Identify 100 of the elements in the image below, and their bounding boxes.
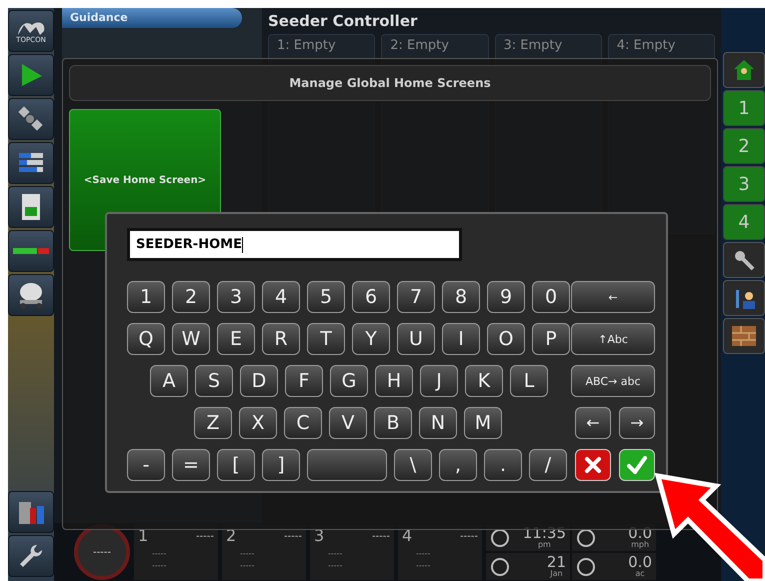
- key[interactable]: V: [329, 407, 367, 439]
- key[interactable]: R: [262, 323, 300, 355]
- satellite-icon: [17, 105, 45, 133]
- key[interactable]: 5: [307, 281, 345, 313]
- key[interactable]: E: [217, 323, 255, 355]
- key[interactable]: L: [510, 365, 548, 397]
- key[interactable]: M: [464, 407, 502, 439]
- key[interactable]: .: [484, 449, 522, 481]
- sidebar-button[interactable]: [8, 230, 54, 272]
- key[interactable]: K: [465, 365, 503, 397]
- key[interactable]: 9: [487, 281, 525, 313]
- guidance-title: Guidance: [70, 10, 128, 26]
- key[interactable]: B: [374, 407, 412, 439]
- key[interactable]: -: [127, 449, 165, 481]
- gauge-value: -----: [92, 546, 112, 560]
- key[interactable]: →: [619, 407, 655, 439]
- section-number: 4: [402, 525, 412, 547]
- key[interactable]: =: [172, 449, 210, 481]
- key[interactable]: 3: [217, 281, 255, 313]
- section-row-text: -----: [239, 560, 256, 572]
- bars-icon: [17, 151, 45, 175]
- bricks-icon: [731, 325, 757, 347]
- tank-label: 1: Empty: [276, 37, 337, 55]
- key[interactable]: D: [240, 365, 278, 397]
- key[interactable]: 6: [352, 281, 390, 313]
- sidebar-button[interactable]: [8, 142, 54, 184]
- tank-label: 3: Empty: [502, 37, 564, 55]
- section-row-text: -----: [239, 548, 256, 560]
- guidance-bar[interactable]: Guidance: [62, 8, 242, 28]
- time-unit: pm: [538, 541, 551, 549]
- sidebar-button[interactable]: [8, 54, 54, 96]
- confirm-button[interactable]: [619, 449, 655, 481]
- key[interactable]: Z: [194, 407, 232, 439]
- key[interactable]: 8: [442, 281, 480, 313]
- key[interactable]: ←: [575, 407, 611, 439]
- section-value: -----: [284, 530, 302, 544]
- key[interactable]: 2: [172, 281, 210, 313]
- section-row-text: -----: [415, 548, 432, 560]
- sidebar-button[interactable]: [723, 280, 765, 316]
- date-value: 21: [546, 555, 566, 570]
- key[interactable]: 4: [262, 281, 300, 313]
- section-row-text: -----: [327, 560, 344, 572]
- key[interactable]: \: [394, 449, 432, 481]
- key[interactable]: ,: [439, 449, 477, 481]
- section-row-text: -----: [151, 548, 168, 560]
- key[interactable]: C: [284, 407, 322, 439]
- sidebar-button[interactable]: [8, 535, 54, 577]
- key[interactable]: Q: [127, 323, 165, 355]
- section-value: -----: [372, 530, 390, 544]
- key[interactable]: H: [375, 365, 413, 397]
- sidebar-button[interactable]: [8, 186, 54, 228]
- cancel-button[interactable]: [575, 449, 611, 481]
- key[interactable]: ABC→ abc: [571, 365, 655, 397]
- area-value: 0.0: [628, 555, 652, 570]
- space-key[interactable]: [307, 449, 387, 481]
- tank-label: 2: Empty: [389, 37, 450, 55]
- key[interactable]: P: [532, 323, 570, 355]
- key[interactable]: F: [285, 365, 323, 397]
- key[interactable]: 0: [532, 281, 570, 313]
- section-row-text: -----: [327, 548, 344, 560]
- date-unit: Jan: [550, 570, 563, 578]
- sidebar-button[interactable]: [8, 274, 54, 316]
- key[interactable]: /: [529, 449, 567, 481]
- key[interactable]: O: [487, 323, 525, 355]
- key[interactable]: W: [172, 323, 210, 355]
- home-button[interactable]: [723, 52, 765, 88]
- key[interactable]: ↑Abc: [571, 323, 655, 355]
- key[interactable]: G: [330, 365, 368, 397]
- area-unit: ac: [635, 570, 645, 578]
- dialog-title: Manage Global Home Screens: [289, 75, 491, 92]
- close-icon: [584, 456, 602, 474]
- speed-unit: mph: [631, 541, 650, 549]
- sidebar-button[interactable]: [8, 491, 54, 533]
- key[interactable]: X: [239, 407, 277, 439]
- key[interactable]: N: [419, 407, 457, 439]
- key[interactable]: ←: [571, 281, 655, 313]
- section-value: -----: [196, 530, 214, 544]
- section-row-text: -----: [415, 560, 432, 572]
- key[interactable]: S: [195, 365, 233, 397]
- key[interactable]: 1: [127, 281, 165, 313]
- text-input[interactable]: SEEDER-HOME: [127, 228, 462, 261]
- key[interactable]: J: [420, 365, 458, 397]
- sidebar-button[interactable]: [723, 242, 765, 278]
- key[interactable]: [: [217, 449, 255, 481]
- key[interactable]: 7: [397, 281, 435, 313]
- key[interactable]: Y: [352, 323, 390, 355]
- panel-title: Seeder Controller: [268, 11, 418, 32]
- section-row-text: -----: [151, 560, 168, 572]
- home-person-icon: [733, 59, 755, 81]
- checkmark-icon: [627, 456, 647, 474]
- section-value: -----: [460, 530, 478, 544]
- sidebar-button[interactable]: [723, 318, 765, 354]
- key[interactable]: ]: [262, 449, 300, 481]
- key[interactable]: T: [307, 323, 345, 355]
- key[interactable]: U: [397, 323, 435, 355]
- document-icon: [21, 193, 41, 221]
- key[interactable]: I: [442, 323, 480, 355]
- section-status-icon: [13, 247, 49, 255]
- key[interactable]: A: [150, 365, 188, 397]
- sidebar-button[interactable]: [8, 98, 54, 140]
